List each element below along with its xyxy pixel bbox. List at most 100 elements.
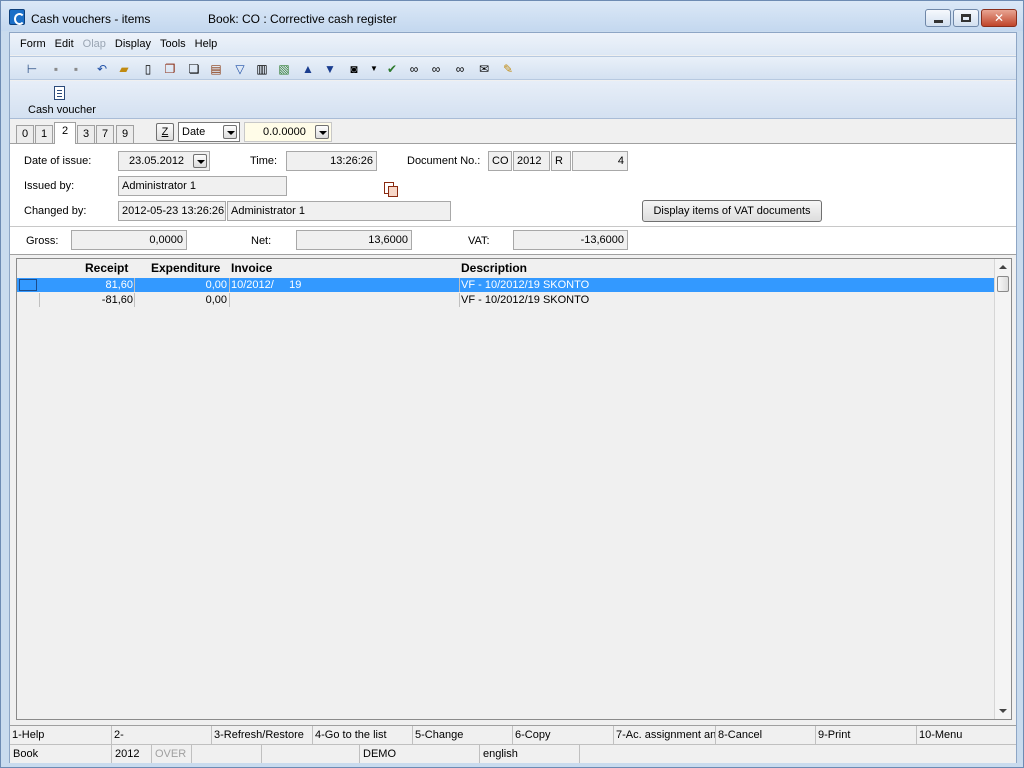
cash-voucher-button[interactable]: Cash voucher — [24, 84, 96, 118]
changed-by-label: Changed by: — [24, 205, 87, 217]
filter-document-icon[interactable]: ▥ — [254, 61, 270, 77]
chevron-down-icon[interactable] — [193, 154, 207, 168]
date-of-issue-value: 23.05.2012 — [129, 155, 185, 167]
save-icon: ▪ — [53, 62, 59, 76]
ribbon: Cash voucher — [10, 81, 1016, 119]
tab-3[interactable]: 3 — [77, 125, 95, 143]
move-down-icon[interactable]: ▼ — [322, 61, 338, 77]
amount-value: 0.0.0000 — [263, 126, 306, 138]
menu-display[interactable]: Display — [115, 38, 151, 50]
status-over: OVER — [152, 745, 192, 763]
column-expenditure[interactable]: Expenditure — [151, 261, 220, 275]
table-row[interactable]: 81,60 0,00 10/2012/ 19 VF - 10/2012/19 S… — [17, 278, 995, 292]
copy-document-icon[interactable]: ❐ — [162, 61, 178, 77]
notes-icon[interactable]: ✎ — [500, 61, 516, 77]
items-grid[interactable]: Receipt Expenditure Invoice Description … — [16, 258, 1012, 720]
column-description[interactable]: Description — [461, 261, 527, 275]
fkey-assignment[interactable]: 7-Ac. assignment an — [614, 726, 716, 745]
book-icon[interactable]: ▤ — [208, 61, 224, 77]
find-previous-icon[interactable]: ∞ — [452, 61, 468, 77]
vertical-scrollbar[interactable] — [994, 259, 1011, 719]
vat-field[interactable]: -13,6000 — [513, 230, 628, 250]
column-invoice[interactable]: Invoice — [231, 261, 272, 275]
camera-icon[interactable]: ◙ — [346, 61, 362, 77]
fkey-help[interactable]: 1-Help — [10, 726, 112, 745]
changed-by-field[interactable]: Administrator 1 — [227, 201, 451, 221]
new-document-icon[interactable]: ▯ — [140, 61, 156, 77]
scroll-thumb[interactable] — [997, 276, 1009, 292]
fkey-menu[interactable]: 10-Menu — [917, 726, 1016, 745]
scroll-up-icon[interactable] — [999, 265, 1007, 269]
minimize-icon — [933, 19, 943, 23]
tab-0[interactable]: 0 — [16, 125, 34, 143]
app-logo-icon — [9, 9, 25, 25]
tab-7[interactable]: 7 — [96, 125, 114, 143]
fkey-2[interactable]: 2- — [112, 726, 212, 745]
time-field[interactable]: 13:26:26 — [286, 151, 377, 171]
fkey-change[interactable]: 5-Change — [413, 726, 513, 745]
menu-tools[interactable]: Tools — [160, 38, 186, 50]
z-button[interactable]: Z — [156, 123, 174, 141]
tab-2[interactable]: 2 — [54, 122, 76, 144]
tab-1[interactable]: 1 — [35, 125, 53, 143]
open-folder-icon[interactable]: ▰ — [116, 61, 132, 77]
grid-separator — [134, 278, 135, 292]
undo-icon[interactable]: ↶ — [94, 61, 110, 77]
document-year-field[interactable]: 2012 — [513, 151, 550, 171]
document-number-field[interactable]: 4 — [572, 151, 628, 171]
grid-separator — [229, 293, 230, 307]
save-as-icon: ▪ — [73, 62, 79, 76]
sort-value: Date — [182, 126, 206, 138]
fkey-go-to-list[interactable]: 4-Go to the list — [313, 726, 413, 745]
filter-icon[interactable]: ▽ — [232, 61, 248, 77]
function-key-bar: 1-Help 2- 3-Refresh/Restore 4-Go to the … — [10, 725, 1016, 745]
scroll-down-icon[interactable] — [999, 709, 1007, 713]
cell-receipt: -81,60 — [101, 294, 133, 306]
document-type-field[interactable]: R — [551, 151, 571, 171]
net-field[interactable]: 13,6000 — [296, 230, 412, 250]
tab-9[interactable]: 9 — [116, 125, 134, 143]
amount-combo[interactable]: 0.0.0000 — [244, 122, 332, 142]
copy-icon[interactable] — [384, 182, 398, 197]
status-book: Book — [10, 745, 112, 763]
menu-form[interactable]: Form — [20, 38, 46, 50]
display-vat-items-button[interactable]: Display items of VAT documents — [642, 200, 822, 222]
title-bar[interactable]: Cash vouchers - items Book: CO : Correct… — [1, 1, 1023, 31]
table-row[interactable]: -81,60 0,00 VF - 10/2012/19 SKONTO — [17, 293, 995, 307]
check-search-icon[interactable]: ✔ — [384, 61, 400, 77]
row-selector[interactable] — [19, 279, 37, 291]
issued-by-field[interactable]: Administrator 1 — [118, 176, 287, 196]
fkey-copy[interactable]: 6-Copy — [513, 726, 614, 745]
binoculars-icon[interactable]: ∞ — [406, 61, 422, 77]
chevron-down-icon[interactable] — [223, 125, 237, 139]
book-title: Book: CO : Corrective cash register — [208, 12, 397, 26]
menu-help[interactable]: Help — [195, 38, 218, 50]
fkey-cancel[interactable]: 8-Cancel — [716, 726, 816, 745]
grid-header: Receipt Expenditure Invoice Description — [17, 259, 995, 277]
stack-icon[interactable]: ▧ — [276, 61, 292, 77]
paste-icon[interactable]: ❏ — [186, 61, 202, 77]
fkey-print[interactable]: 9-Print — [816, 726, 917, 745]
cell-description: VF - 10/2012/19 SKONTO — [461, 294, 590, 306]
gross-field[interactable]: 0,0000 — [71, 230, 187, 250]
column-receipt[interactable]: Receipt — [85, 261, 128, 275]
changed-at-field[interactable]: 2012-05-23 13:26:26 — [118, 201, 226, 221]
tree-icon[interactable]: ⊢ — [24, 61, 40, 77]
dropdown-arrow-icon[interactable]: ▼ — [366, 61, 382, 77]
menu-edit[interactable]: Edit — [55, 38, 74, 50]
mail-icon[interactable]: ✉ — [476, 61, 492, 77]
gross-label: Gross: — [26, 235, 59, 247]
sort-combo[interactable]: Date — [178, 122, 240, 142]
document-book-field[interactable]: CO — [488, 151, 512, 171]
date-of-issue-field[interactable]: 23.05.2012 — [118, 151, 210, 171]
status-year: 2012 — [112, 745, 152, 763]
maximize-button[interactable] — [953, 9, 979, 27]
summary-panel: Gross: 0,0000 Net: 13,6000 VAT: -13,6000 — [10, 227, 1016, 255]
cash-voucher-label: Cash voucher — [28, 104, 96, 116]
fkey-refresh[interactable]: 3-Refresh/Restore — [212, 726, 313, 745]
move-up-icon[interactable]: ▲ — [300, 61, 316, 77]
chevron-down-icon[interactable] — [315, 125, 329, 139]
close-button[interactable]: ✕ — [981, 9, 1017, 27]
minimize-button[interactable] — [925, 9, 951, 27]
find-next-icon[interactable]: ∞ — [428, 61, 444, 77]
